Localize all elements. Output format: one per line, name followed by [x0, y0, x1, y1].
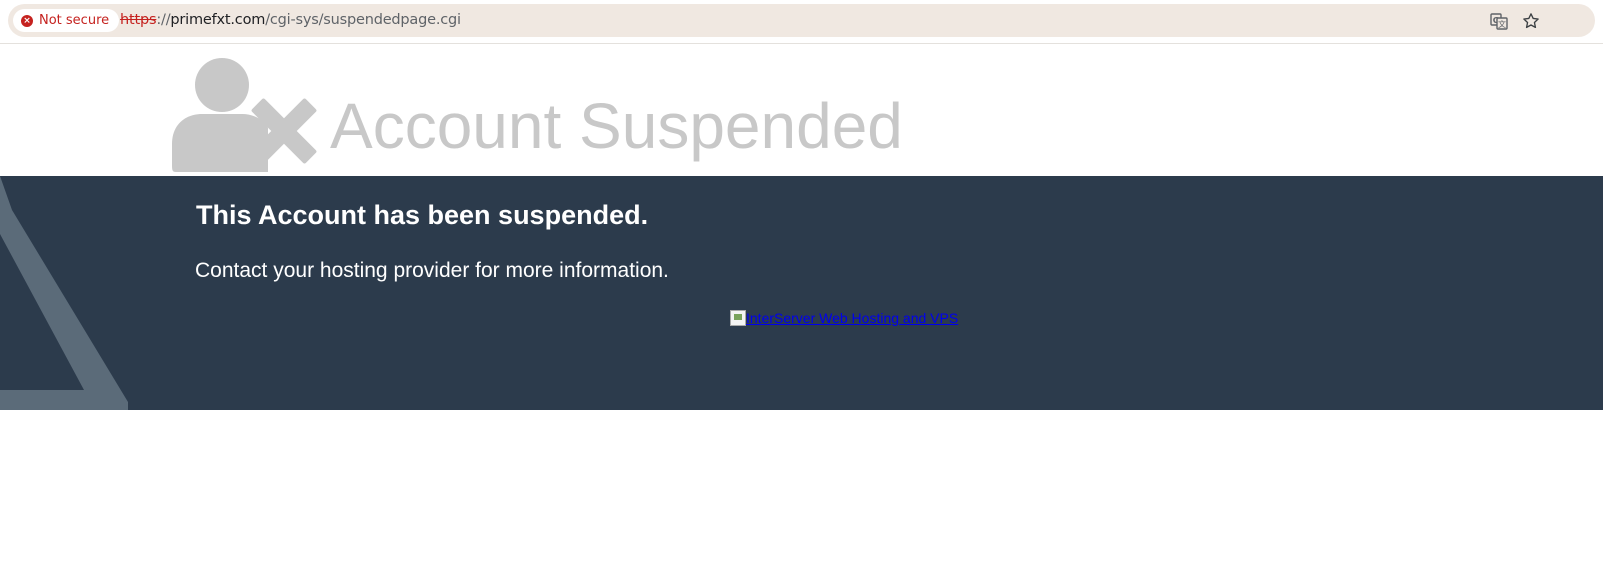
suspended-title: This Account has been suspended.: [196, 200, 649, 230]
url-path: /cgi-sys/suspendedpage.cgi: [265, 12, 461, 28]
url-host: primefxt.com: [170, 12, 266, 28]
browser-toolbar: × Not secure https://primefxt.com/cgi-sy…: [0, 0, 1603, 44]
url-separator: ://: [156, 12, 171, 28]
page-header: Account Suspended: [0, 44, 1603, 176]
suspended-message-panel: This Account has been suspended. Contact…: [0, 176, 1603, 410]
suspended-subtitle: Contact your hosting provider for more i…: [195, 259, 669, 282]
svg-text:文: 文: [1498, 19, 1506, 29]
broken-image-icon: [730, 310, 746, 326]
error-icon: ×: [21, 14, 33, 27]
star-icon[interactable]: [1520, 10, 1542, 32]
security-chip-label: Not secure: [39, 13, 110, 28]
warning-triangle-decoration: [0, 176, 128, 410]
url-text[interactable]: https://primefxt.com/cgi-sys/suspendedpa…: [120, 12, 461, 28]
page-heading: Account Suspended: [330, 90, 903, 162]
security-chip[interactable]: × Not secure: [13, 9, 119, 32]
translate-icon[interactable]: G 文: [1488, 10, 1510, 32]
hosting-banner-link[interactable]: InterServer Web Hosting and VPS: [730, 310, 958, 326]
url-scheme: https: [120, 12, 157, 28]
banner-alt-text: InterServer Web Hosting and VPS: [746, 310, 959, 326]
suspended-user-icon: [172, 58, 317, 172]
address-bar[interactable]: × Not secure https://primefxt.com/cgi-sy…: [8, 4, 1595, 37]
